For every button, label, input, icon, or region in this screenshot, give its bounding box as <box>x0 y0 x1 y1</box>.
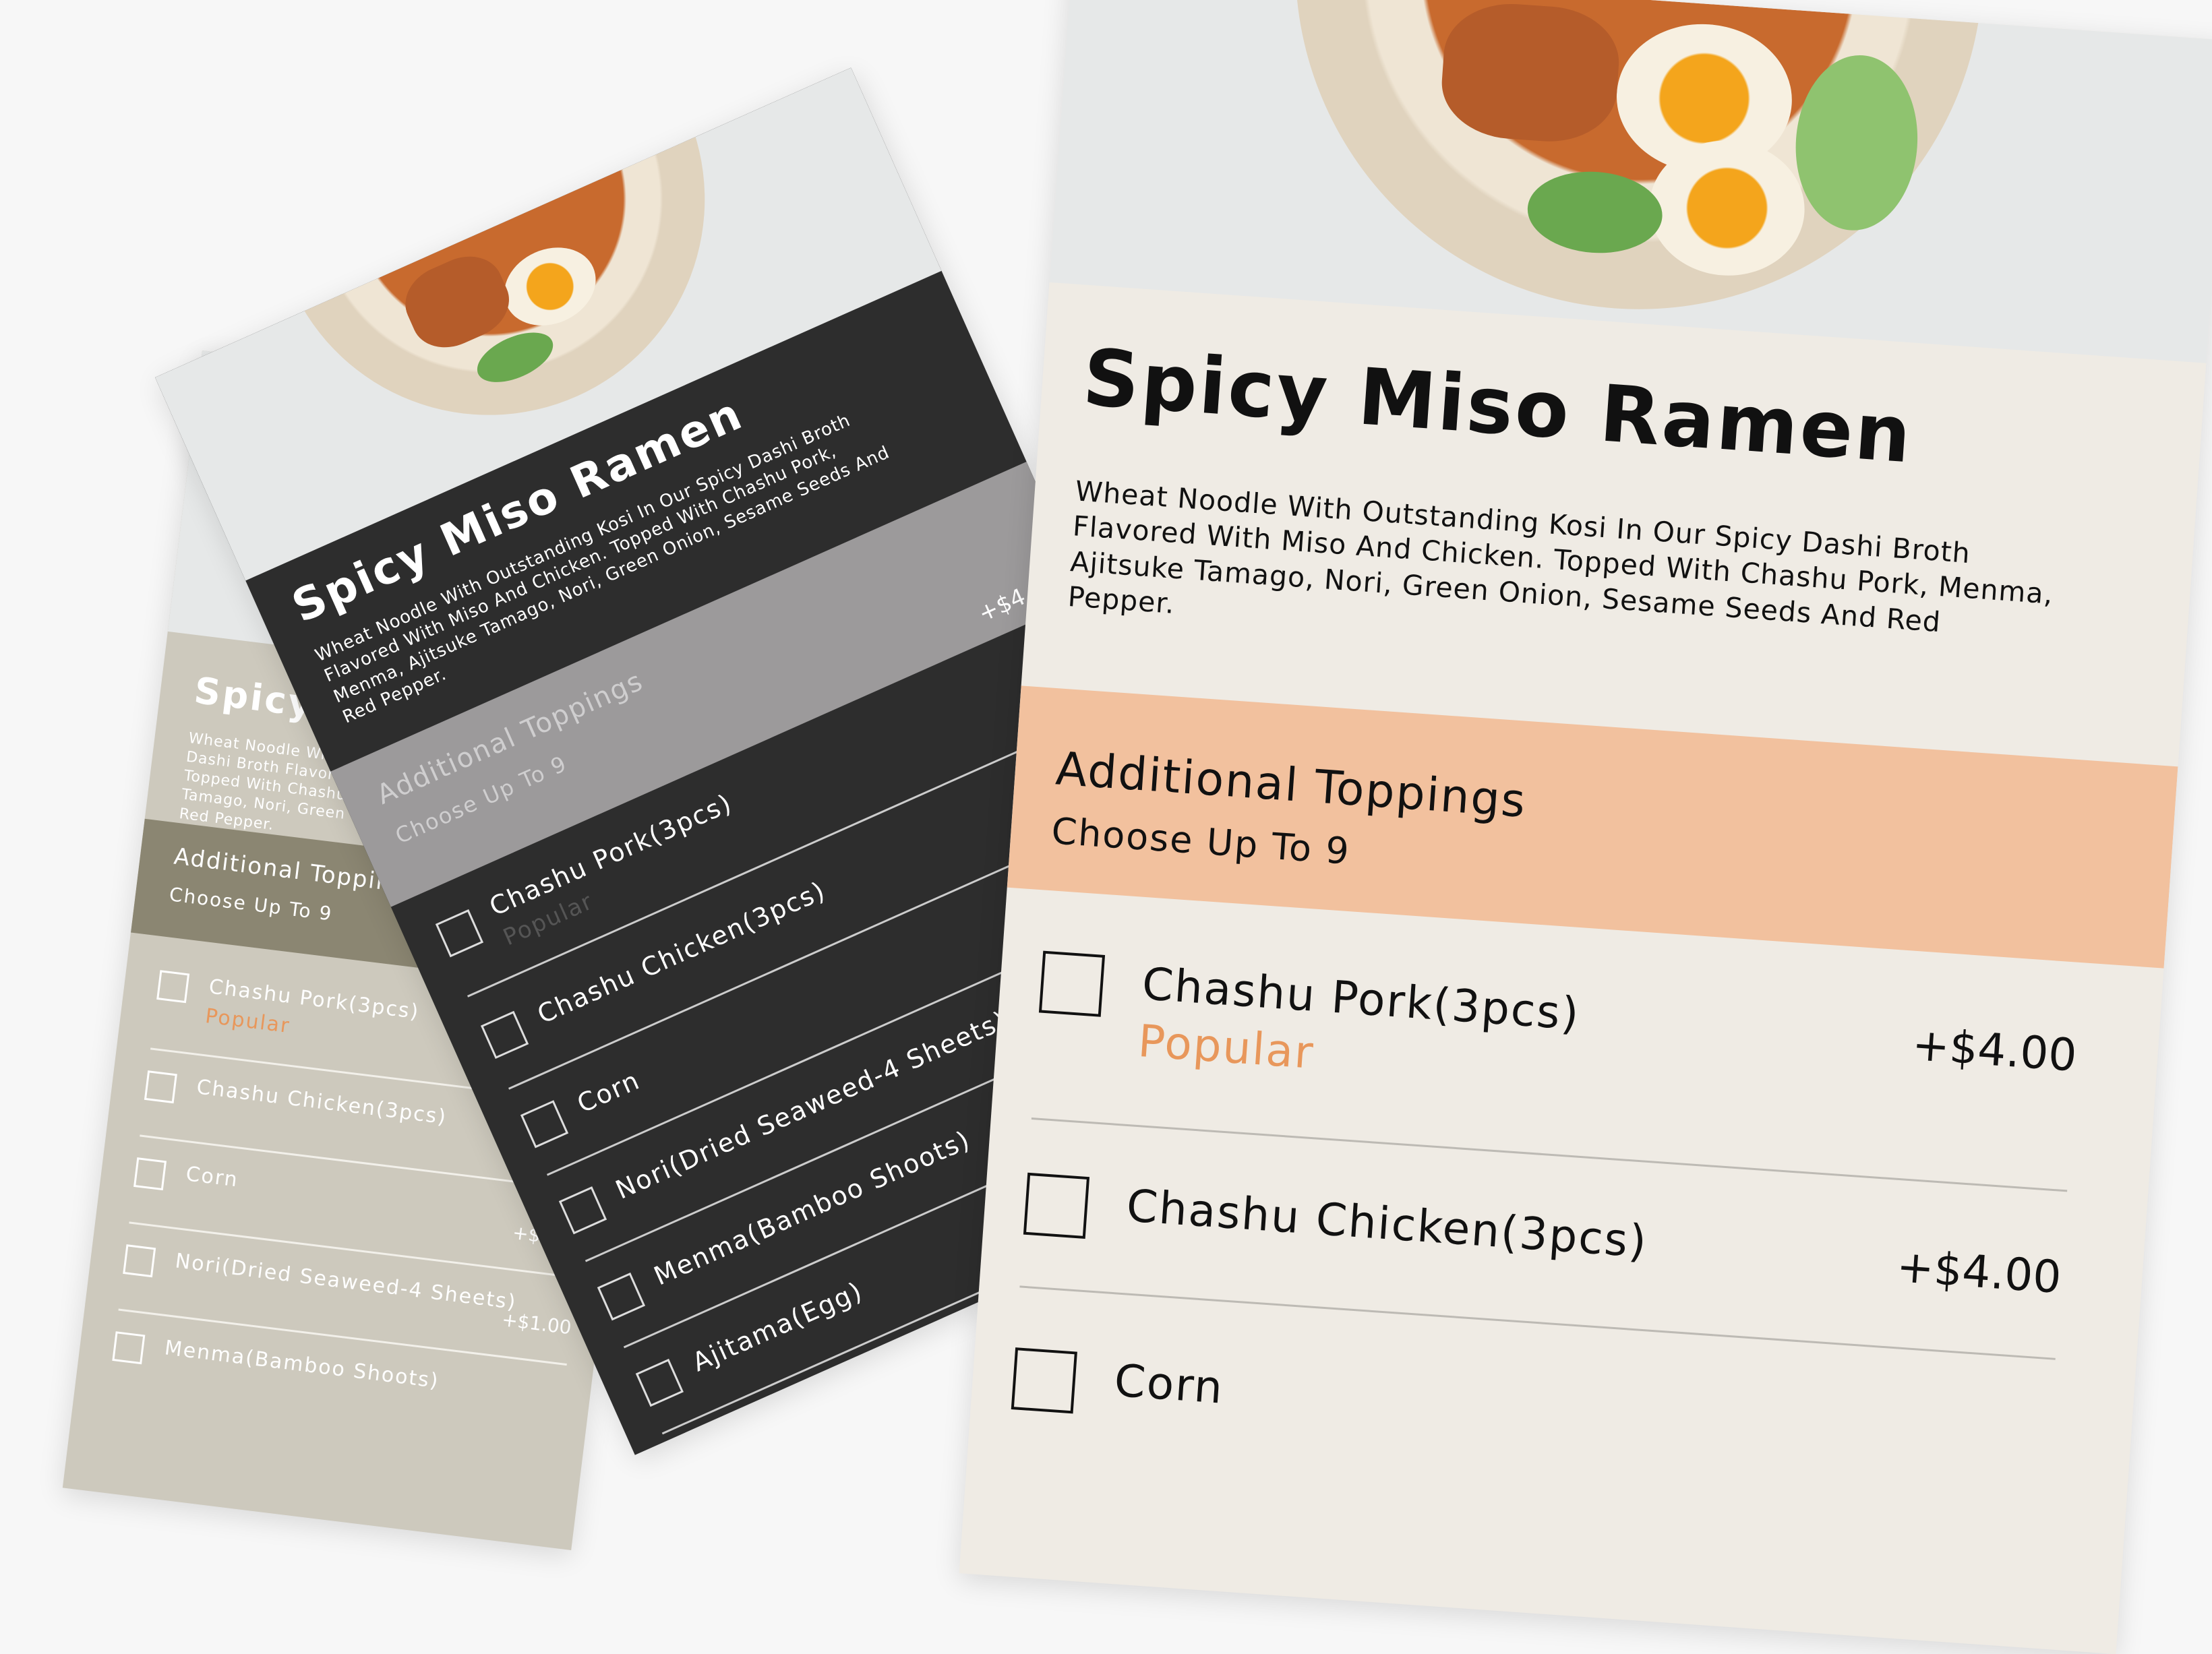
topping-name: Corn <box>184 1162 240 1192</box>
checkbox-icon[interactable] <box>156 970 190 1004</box>
topping-name: Corn <box>1112 1354 1226 1414</box>
checkbox-icon[interactable] <box>558 1186 607 1235</box>
checkbox-icon[interactable] <box>144 1070 177 1104</box>
topping-price: +$1.00 <box>500 1308 573 1339</box>
checkbox-icon[interactable] <box>1038 950 1106 1017</box>
checkbox-icon[interactable] <box>635 1358 684 1407</box>
checkbox-icon[interactable] <box>133 1157 167 1191</box>
topping-price: +$4.00 <box>1894 1240 2063 1304</box>
toppings-subheading: Choose Up To 9 <box>168 883 334 925</box>
checkbox-icon[interactable] <box>1023 1172 1090 1239</box>
checkbox-icon[interactable] <box>112 1331 146 1365</box>
checkbox-icon[interactable] <box>123 1244 156 1278</box>
menu-card-light: Spicy Miso Ramen Wheat Noodle With Outst… <box>959 0 2212 1654</box>
popular-badge: Popular <box>204 1004 292 1039</box>
topping-name: Chashu Chicken(3pcs) <box>195 1075 448 1130</box>
checkbox-icon[interactable] <box>1011 1347 1077 1414</box>
checkbox-icon[interactable] <box>435 909 484 958</box>
checkbox-icon[interactable] <box>520 1100 569 1148</box>
toppings-subheading: Choose Up To 9 <box>1050 809 1352 873</box>
topping-price: +$4.00 <box>1910 1018 2079 1082</box>
checkbox-icon[interactable] <box>597 1273 646 1321</box>
popular-badge: Popular <box>1136 1014 1316 1079</box>
topping-name: Corn <box>572 1065 645 1119</box>
checkbox-icon[interactable] <box>674 1444 722 1455</box>
checkbox-icon[interactable] <box>480 1010 529 1060</box>
dish-description: Wheat Noodle With Outstanding Kosi In Ou… <box>1067 474 2055 639</box>
topping-name: Chashu Chicken(3pcs) <box>1125 1180 1650 1268</box>
dish-photo <box>1049 0 2212 363</box>
dish-title: Spicy Miso Ramen <box>1080 332 1916 481</box>
